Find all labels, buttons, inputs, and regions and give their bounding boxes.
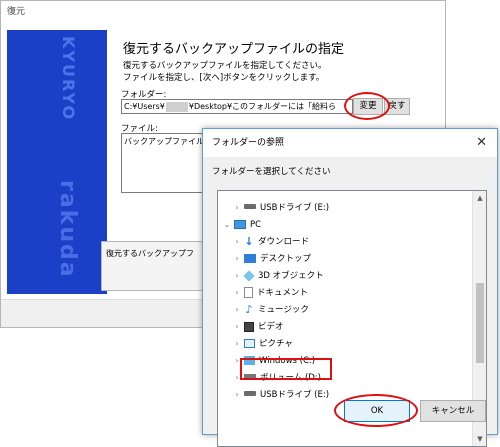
instructions: 復元するバックアップファイルを指定してください。 ファイルを指定し、[次へ]ボタ… xyxy=(123,60,423,84)
tree-item-desktop[interactable]: › デスクトップ xyxy=(232,250,311,267)
instruction-line-1: 復元するバックアップファイルを指定してください。 xyxy=(123,61,327,71)
redacted-username xyxy=(165,101,188,112)
drive-icon xyxy=(244,204,256,209)
pictures-icon xyxy=(244,339,255,348)
tree-item-label: ドキュメント xyxy=(257,288,309,298)
folder-path-prefix: C:¥Users¥ xyxy=(124,102,165,111)
tree-item-label: デスクトップ xyxy=(260,254,312,264)
scroll-down-icon[interactable]: ▼ xyxy=(473,432,486,446)
ok-button[interactable]: OK xyxy=(344,400,410,422)
tree-item-pictures[interactable]: › ピクチャ xyxy=(232,335,293,352)
pc-icon xyxy=(234,220,246,229)
tree-item-usb-e[interactable]: › USBドライブ (E:) xyxy=(232,386,329,403)
chevron-right-icon[interactable]: › xyxy=(232,318,242,335)
tree-item-label: ビデオ xyxy=(258,322,284,332)
chevron-right-icon[interactable]: › xyxy=(232,335,242,352)
dialog-titlebar: フォルダーの参照 ✕ xyxy=(203,129,497,157)
close-icon[interactable]: ✕ xyxy=(476,129,487,157)
tree-item-label: USBドライブ (E:) xyxy=(260,203,330,213)
chevron-right-icon[interactable]: › xyxy=(232,284,242,301)
dialog-title: フォルダーの参照 xyxy=(212,138,285,148)
download-icon: ↓ xyxy=(244,234,254,248)
chevron-right-icon[interactable]: › xyxy=(232,233,242,250)
3d-objects-icon xyxy=(243,269,255,282)
file-list[interactable]: バックアップファイル xyxy=(121,133,203,193)
dialog-prompt: フォルダーを選択してください xyxy=(212,167,331,177)
revert-button[interactable]: 戻す xyxy=(384,98,410,115)
tree-item-label: PC xyxy=(250,220,262,230)
banner-text-top: KYURYO xyxy=(59,36,78,122)
tree-item-label: USBドライブ (E:) xyxy=(260,390,330,400)
file-list-item[interactable]: バックアップファイル xyxy=(124,136,202,147)
status-box: 復元するバックアップフ xyxy=(101,241,203,291)
music-icon: ♪ xyxy=(245,302,253,316)
chevron-right-icon[interactable]: › xyxy=(232,199,242,216)
document-icon xyxy=(244,287,253,298)
chevron-right-icon[interactable]: › xyxy=(232,267,242,284)
tree-item-label: ピクチャ xyxy=(259,339,293,349)
desktop-icon xyxy=(244,254,256,263)
selected-usb-highlight xyxy=(240,358,332,380)
tree-item-label: 3D オブジェクト xyxy=(258,271,324,281)
tree-item-label: ダウンロード xyxy=(258,237,310,247)
window-title: 復元 xyxy=(7,7,26,17)
chevron-right-icon[interactable]: › xyxy=(232,386,242,403)
tree-item-music[interactable]: › ♪ ミュージック xyxy=(232,301,309,318)
folder-path-suffix: ¥Desktop¥このフォルダーには「給料ら xyxy=(188,102,337,111)
tree-item-downloads[interactable]: › ↓ ダウンロード xyxy=(232,233,309,250)
tree-item-usb-top[interactable]: › USBドライブ (E:) xyxy=(232,199,329,216)
chevron-down-icon[interactable]: ⌄ xyxy=(222,216,232,233)
change-folder-button[interactable]: 変更 xyxy=(353,98,383,115)
drive-icon xyxy=(244,391,256,396)
scroll-up-icon[interactable]: ▲ xyxy=(473,191,486,205)
brand-banner: KYURYO rakuda xyxy=(7,30,107,294)
tree-item-videos[interactable]: › ビデオ xyxy=(232,318,284,335)
video-icon xyxy=(244,321,254,332)
browse-folder-dialog: フォルダーの参照 ✕ フォルダーを選択してください › USBドライブ (E:) … xyxy=(202,128,498,447)
tree-item-pc[interactable]: ⌄ PC xyxy=(222,216,261,233)
tree-item-label: ミュージック xyxy=(258,305,309,315)
cancel-button[interactable]: キャンセル xyxy=(420,400,486,422)
tree-item-documents[interactable]: › ドキュメント xyxy=(232,284,308,301)
banner-text-bottom: rakuda xyxy=(55,180,80,279)
tree-item-3d-objects[interactable]: › 3D オブジェクト xyxy=(232,267,324,284)
scroll-thumb[interactable] xyxy=(476,283,484,363)
page-heading: 復元するバックアップファイルの指定 xyxy=(123,42,345,57)
folder-path-field[interactable]: C:¥Users¥ ¥Desktop¥このフォルダーには「給料ら xyxy=(121,99,353,114)
instruction-line-2: ファイルを指定し、[次へ]ボタンをクリックします。 xyxy=(123,73,325,83)
chevron-right-icon[interactable]: › xyxy=(232,250,242,267)
chevron-right-icon[interactable]: › xyxy=(232,301,242,318)
